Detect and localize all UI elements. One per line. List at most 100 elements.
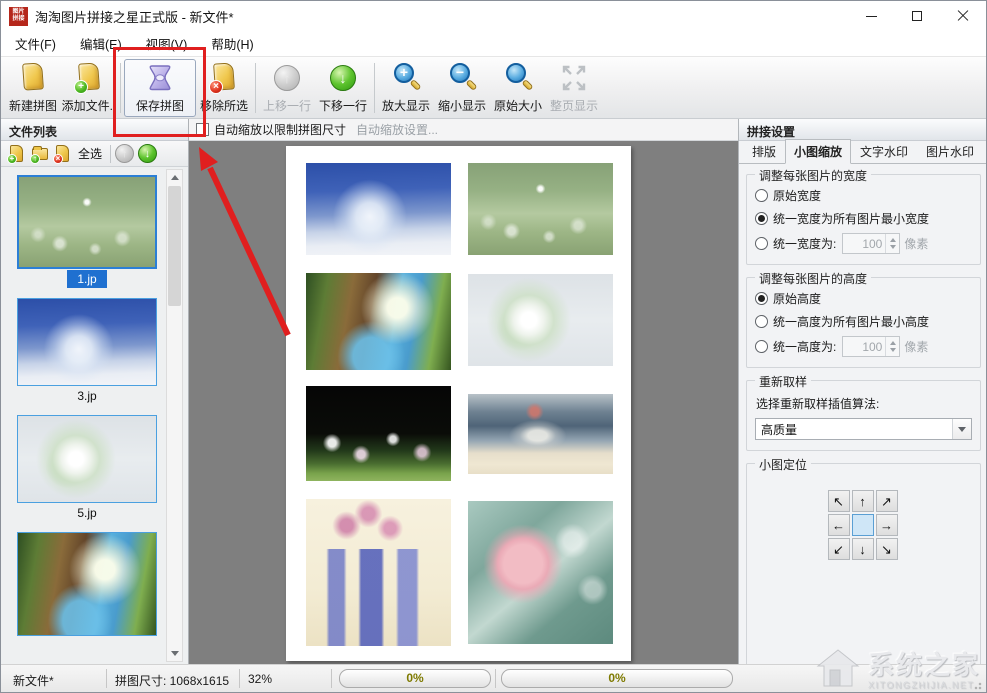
photo-night-cosmos[interactable] bbox=[306, 386, 451, 481]
file-list-panel: 文件列表 + ↑ × 全选 ↑ ↓ 1.jp 3.jp bbox=[1, 119, 189, 666]
height-value-spinner[interactable]: 100 bbox=[842, 336, 900, 357]
close-icon bbox=[957, 10, 969, 22]
auto-scale-checkbox[interactable] bbox=[196, 123, 209, 136]
photo-flower-basket[interactable] bbox=[468, 274, 613, 366]
file-list-scrollbar[interactable] bbox=[166, 169, 183, 662]
auto-scale-label[interactable]: 自动缩放以限制拼图尺寸 bbox=[214, 121, 346, 138]
app-icon: 图片 拼接 bbox=[9, 7, 28, 26]
move-row-up-icon: ↑ bbox=[270, 62, 304, 94]
dropdown-button[interactable] bbox=[952, 419, 971, 439]
tab-text-watermark[interactable]: 文字水印 bbox=[851, 139, 917, 164]
position-top-left-button[interactable]: ↖ bbox=[828, 490, 850, 512]
x-badge-icon: × bbox=[53, 154, 63, 164]
file-list: 1.jp 3.jp 5.jp bbox=[1, 167, 188, 666]
chevron-down-icon bbox=[958, 427, 966, 432]
spinner-down-icon[interactable] bbox=[890, 348, 896, 352]
file-name-label[interactable]: 3.jp bbox=[67, 387, 106, 405]
zoom-out-button[interactable]: − 缩小显示 bbox=[434, 60, 490, 116]
minimize-icon bbox=[866, 16, 877, 17]
position-bottom-button[interactable]: ↓ bbox=[852, 538, 874, 560]
settings-panel: 拼接设置 排版 小图缩放 文字水印 图片水印 调整每张图片的宽度 原始宽度 统一… bbox=[738, 119, 987, 666]
position-bottom-right-button[interactable]: ↘ bbox=[876, 538, 898, 560]
photo-dandelion-field[interactable] bbox=[468, 163, 613, 255]
radio-min-width[interactable] bbox=[755, 212, 768, 225]
file-item-1[interactable]: 1.jp bbox=[17, 175, 157, 288]
menu-help[interactable]: 帮助(H) bbox=[199, 31, 265, 56]
thumbnail-dandelion-sky[interactable] bbox=[17, 298, 157, 386]
status-file-name: 新文件* bbox=[13, 672, 54, 689]
close-button[interactable] bbox=[940, 1, 986, 31]
main-toolbar: 新建拼图 + 添加文件.. 保存拼图 × 移除所选 bbox=[1, 56, 986, 119]
spinner-up-icon[interactable] bbox=[890, 341, 896, 345]
menu-bar: 文件(F) 编辑(E) 视图(V) 帮助(H) bbox=[1, 31, 986, 56]
spinner-up-icon[interactable] bbox=[890, 238, 896, 242]
file-item-3[interactable]: 5.jp bbox=[17, 415, 157, 522]
add-folder-button[interactable]: ↑ bbox=[30, 144, 50, 164]
radio-min-height[interactable] bbox=[755, 315, 768, 328]
minimize-button[interactable] bbox=[848, 1, 894, 31]
scrollbar-thumb[interactable] bbox=[168, 186, 181, 306]
radio-fixed-width[interactable] bbox=[755, 237, 768, 250]
add-files-button[interactable]: + 添加文件.. bbox=[61, 60, 117, 116]
position-group-title: 小图定位 bbox=[755, 456, 811, 473]
position-grid: ↖ ↑ ↗ ← → ↙ ↓ ↘ bbox=[828, 490, 900, 560]
move-up-circle-button: ↑ bbox=[115, 144, 134, 163]
remove-selected-icon: × bbox=[207, 62, 241, 94]
resample-algorithm-select[interactable]: 高质量 bbox=[755, 418, 972, 440]
collage-canvas[interactable] bbox=[189, 141, 738, 666]
photo-dandelion-sky[interactable] bbox=[306, 163, 451, 255]
menu-edit[interactable]: 编辑(E) bbox=[68, 31, 134, 56]
window-title: 淘淘图片拼接之星正式版 - 新文件* bbox=[35, 7, 234, 26]
position-left-button[interactable]: ← bbox=[828, 514, 850, 536]
thumbnail-dandelion-field[interactable] bbox=[17, 175, 157, 269]
photo-girl-flowers[interactable] bbox=[306, 273, 451, 370]
resample-group-title: 重新取样 bbox=[755, 373, 811, 390]
radio-original-height[interactable] bbox=[755, 292, 768, 305]
photo-vase-book[interactable] bbox=[468, 394, 613, 474]
remove-file-button[interactable]: × bbox=[53, 144, 73, 164]
width-value-spinner[interactable]: 100 bbox=[842, 233, 900, 254]
progress-bar-left: 0% bbox=[339, 669, 491, 688]
maximize-button[interactable] bbox=[894, 1, 940, 31]
scroll-down-icon[interactable] bbox=[167, 646, 182, 661]
select-all-button[interactable]: 全选 bbox=[78, 145, 102, 162]
position-top-right-button[interactable]: ↗ bbox=[876, 490, 898, 512]
width-group-title: 调整每张图片的宽度 bbox=[755, 167, 871, 184]
spinner-down-icon[interactable] bbox=[890, 245, 896, 249]
actual-size-button[interactable]: 原始大小 bbox=[490, 60, 546, 116]
resize-grip[interactable] bbox=[974, 680, 984, 690]
position-bottom-left-button[interactable]: ↙ bbox=[828, 538, 850, 560]
collage-page[interactable] bbox=[286, 146, 631, 661]
save-collage-button[interactable]: 保存拼图 bbox=[124, 59, 196, 117]
app-icon-text: 拼接 bbox=[9, 16, 28, 23]
height-group-title: 调整每张图片的高度 bbox=[755, 270, 871, 287]
photo-blue-bottles[interactable] bbox=[306, 499, 451, 646]
file-name-label[interactable]: 5.jp bbox=[67, 504, 106, 522]
add-file-button[interactable]: + bbox=[7, 144, 27, 164]
move-down-circle-button[interactable]: ↓ bbox=[138, 144, 157, 163]
photo-pink-dahlia[interactable] bbox=[468, 501, 613, 644]
zoom-in-button[interactable]: + 放大显示 bbox=[378, 60, 434, 116]
new-collage-button[interactable]: 新建拼图 bbox=[5, 60, 61, 116]
canvas-topbar: 自动缩放以限制拼图尺寸 自动缩放设置... bbox=[189, 119, 738, 141]
menu-view[interactable]: 视图(V) bbox=[134, 31, 200, 56]
position-top-button[interactable]: ↑ bbox=[852, 490, 874, 512]
scroll-up-icon[interactable] bbox=[167, 170, 182, 185]
thumbnail-girl-flowers[interactable] bbox=[17, 532, 157, 636]
tab-layout[interactable]: 排版 bbox=[743, 139, 785, 164]
move-row-down-button[interactable]: ↓ 下移一行 bbox=[315, 60, 371, 116]
save-collage-icon bbox=[143, 62, 177, 94]
file-name-label[interactable]: 1.jp bbox=[67, 270, 106, 288]
menu-file[interactable]: 文件(F) bbox=[3, 31, 68, 56]
radio-fixed-height[interactable] bbox=[755, 340, 768, 353]
thumbnail-flower-basket[interactable] bbox=[17, 415, 157, 503]
tab-image-watermark[interactable]: 图片水印 bbox=[917, 139, 983, 164]
radio-original-width[interactable] bbox=[755, 189, 768, 202]
position-right-button[interactable]: → bbox=[876, 514, 898, 536]
remove-selected-button[interactable]: × 移除所选 bbox=[196, 60, 252, 116]
position-center-button[interactable] bbox=[852, 514, 874, 536]
fit-page-button: 整页显示 bbox=[546, 60, 602, 116]
tab-image-scaling[interactable]: 小图缩放 bbox=[785, 139, 851, 164]
file-item-4[interactable] bbox=[17, 532, 157, 636]
file-item-2[interactable]: 3.jp bbox=[17, 298, 157, 405]
